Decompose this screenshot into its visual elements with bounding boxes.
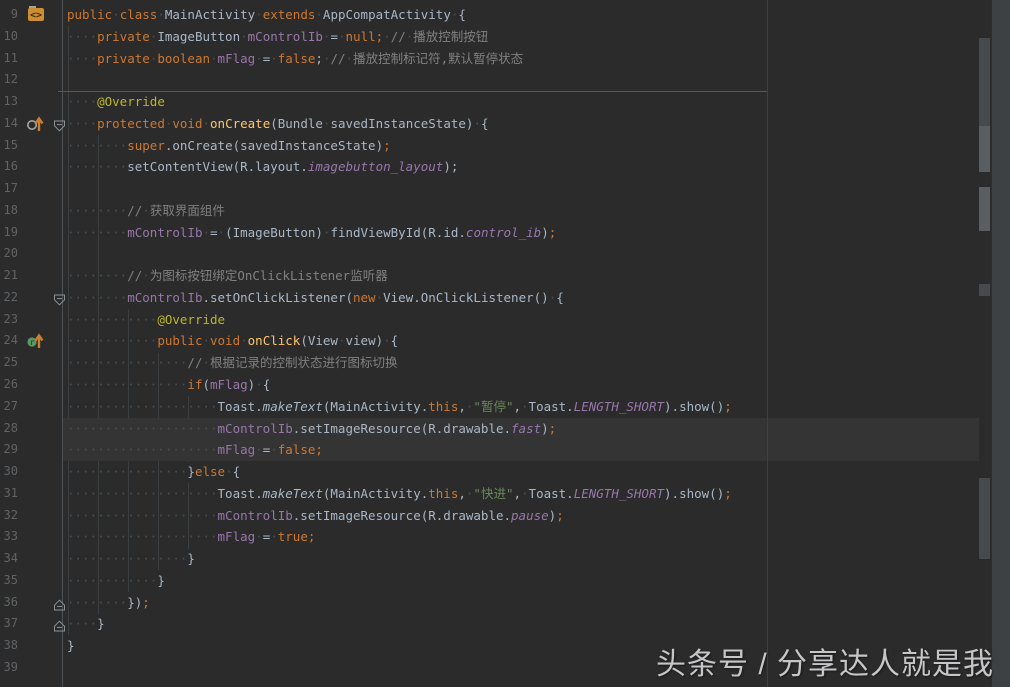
line-number[interactable]: 27	[0, 396, 18, 418]
code-line[interactable]: 26 ················if(mFlag)·{	[0, 374, 1010, 396]
line-number[interactable]: 18	[0, 200, 18, 222]
svg-text:r: r	[30, 338, 35, 347]
line-number[interactable]: 37	[0, 613, 18, 635]
line-number[interactable]: 34	[0, 548, 18, 570]
code-line[interactable]: 14 ····protected·void·onCreate(Bundle·sav…	[0, 113, 1010, 135]
code-line[interactable]: 11 ····private·boolean·mFlag·=·false;·//·…	[0, 48, 1010, 70]
code-line[interactable]: 9 <> public·class·MainActivity·extends·App…	[0, 4, 1010, 26]
line-number[interactable]: 28	[0, 418, 18, 440]
code-text[interactable]: ········//·获取界面组件	[67, 200, 225, 222]
line-number[interactable]: 15	[0, 135, 18, 157]
svg-text:<>: <>	[30, 10, 42, 21]
code-text[interactable]: ········mControlIb·=·(ImageButton)·findV…	[67, 222, 556, 244]
line-number[interactable]: 32	[0, 505, 18, 527]
line-number[interactable]: 10	[0, 26, 18, 48]
line-number[interactable]: 12	[0, 69, 18, 91]
code-text[interactable]: ····}	[67, 613, 105, 635]
line-number[interactable]: 38	[0, 635, 18, 657]
line-number[interactable]: 25	[0, 352, 18, 374]
line-number[interactable]: 24	[0, 330, 18, 352]
code-line[interactable]: 22 ········mControlIb.setOnClickListener(…	[0, 287, 1010, 309]
code-line[interactable]: 36 ········});	[0, 592, 1010, 614]
code-line[interactable]: 23 ············@Override	[0, 309, 1010, 331]
line-number[interactable]: 30	[0, 461, 18, 483]
watermark: 头条号 / 分享达人就是我	[656, 639, 994, 683]
code-text[interactable]: ············}	[67, 570, 165, 592]
line-number[interactable]: 26	[0, 374, 18, 396]
code-line[interactable]: 27 ····················Toast.makeText(Mai…	[0, 396, 1010, 418]
code-text[interactable]: ········});	[67, 592, 150, 614]
line-number[interactable]: 31	[0, 483, 18, 505]
code-text[interactable]: ············public·void·onClick(View·vie…	[67, 330, 398, 352]
code-text[interactable]: ····················mFlag·=·true;	[67, 526, 315, 548]
scrollbar-mark[interactable]	[979, 38, 990, 126]
code-line[interactable]: 19 ········mControlIb·=·(ImageButton)·fin…	[0, 222, 1010, 244]
line-number[interactable]: 11	[0, 48, 18, 70]
line-number[interactable]: 13	[0, 91, 18, 113]
code-line[interactable]: 37 ····}	[0, 613, 1010, 635]
code-line[interactable]: 28 ····················mControlIb.setImag…	[0, 418, 1010, 440]
code-line[interactable]: 33 ····················mFlag·=·true;	[0, 526, 1010, 548]
code-line[interactable]: 12	[0, 69, 1010, 91]
line-number[interactable]: 17	[0, 178, 18, 200]
code-line[interactable]: 13 ····@Override	[0, 91, 1010, 113]
scrollbar-mark[interactable]	[979, 126, 990, 172]
code-line[interactable]: 20	[0, 243, 1010, 265]
code-text[interactable]: ········//·为图标按钮绑定OnClickListener监听器	[67, 265, 388, 287]
code-text[interactable]: ····················mControlIb.setImageR…	[67, 505, 564, 527]
line-number[interactable]: 21	[0, 265, 18, 287]
code-text[interactable]: ····protected·void·onCreate(Bundle·saved…	[67, 113, 489, 135]
line-number[interactable]: 22	[0, 287, 18, 309]
code-line[interactable]: 30 ················}else·{	[0, 461, 1010, 483]
code-text[interactable]: ····@Override	[67, 91, 165, 113]
code-line[interactable]: 18 ········//·获取界面组件	[0, 200, 1010, 222]
code-text[interactable]: ················//·根据记录的控制状态进行图标切换	[67, 352, 398, 374]
code-area[interactable]: 9 <> public·class·MainActivity·extends·App…	[0, 4, 1010, 679]
code-text[interactable]: ····private·boolean·mFlag·=·false;·//·播放…	[67, 48, 523, 70]
scrollbar-marks[interactable]	[979, 0, 990, 687]
code-text[interactable]: ····private·ImageButton·mControlIb·=·nul…	[67, 26, 488, 48]
code-text[interactable]: ········setContentView(R.layout.imagebut…	[67, 156, 458, 178]
code-line[interactable]: 21 ········//·为图标按钮绑定OnClickListener监听器	[0, 265, 1010, 287]
line-number[interactable]: 20	[0, 243, 18, 265]
code-text[interactable]: ····················mControlIb.setImageR…	[67, 418, 556, 440]
line-number[interactable]: 19	[0, 222, 18, 244]
line-number[interactable]: 39	[0, 657, 18, 679]
line-number[interactable]: 16	[0, 156, 18, 178]
code-line[interactable]: 35 ············}	[0, 570, 1010, 592]
code-line[interactable]: 31 ····················Toast.makeText(Mai…	[0, 483, 1010, 505]
code-line[interactable]: 17	[0, 178, 1010, 200]
code-line[interactable]: 16 ········setContentView(R.layout.imageb…	[0, 156, 1010, 178]
code-text[interactable]: public·class·MainActivity·extends·AppCom…	[67, 4, 466, 26]
code-text[interactable]: ············@Override	[67, 309, 225, 331]
code-text[interactable]: ················}	[67, 548, 195, 570]
code-text[interactable]: ····················mFlag·=·false;	[67, 439, 323, 461]
scrollbar-mark[interactable]	[979, 478, 990, 559]
line-number[interactable]: 35	[0, 570, 18, 592]
code-text[interactable]: ····················Toast.makeText(MainA…	[67, 483, 732, 505]
code-text[interactable]: ················if(mFlag)·{	[67, 374, 270, 396]
line-number[interactable]: 33	[0, 526, 18, 548]
code-line[interactable]: 10 ····private·ImageButton·mControlIb·=·n…	[0, 26, 1010, 48]
code-text[interactable]: }	[67, 635, 75, 657]
code-text[interactable]: ········super.onCreate(savedInstanceStat…	[67, 135, 391, 157]
line-number[interactable]: 14	[0, 113, 18, 135]
code-line[interactable]: 32 ····················mControlIb.setImag…	[0, 505, 1010, 527]
scrollbar-mark[interactable]	[979, 187, 990, 231]
scrollbar-mark[interactable]	[979, 284, 990, 296]
code-text[interactable]: ················}else·{	[67, 461, 240, 483]
error-stripe[interactable]	[991, 0, 1010, 687]
code-line[interactable]: 25 ················//·根据记录的控制状态进行图标切换	[0, 352, 1010, 374]
code-line[interactable]: 15 ········super.onCreate(savedInstanceSt…	[0, 135, 1010, 157]
code-line[interactable]: 24 r ············public·void·onClick(View·…	[0, 330, 1010, 352]
code-line[interactable]: 34 ················}	[0, 548, 1010, 570]
line-number[interactable]: 23	[0, 309, 18, 331]
line-number[interactable]: 29	[0, 439, 18, 461]
line-number[interactable]: 9	[0, 4, 18, 26]
code-line[interactable]: 29 ····················mFlag·=·false;	[0, 439, 1010, 461]
line-number[interactable]: 36	[0, 592, 18, 614]
code-editor[interactable]: 9 <> public·class·MainActivity·extends·App…	[0, 0, 1010, 687]
code-text[interactable]: ····················Toast.makeText(MainA…	[67, 396, 732, 418]
code-text[interactable]: ········mControlIb.setOnClickListener(ne…	[67, 287, 564, 309]
